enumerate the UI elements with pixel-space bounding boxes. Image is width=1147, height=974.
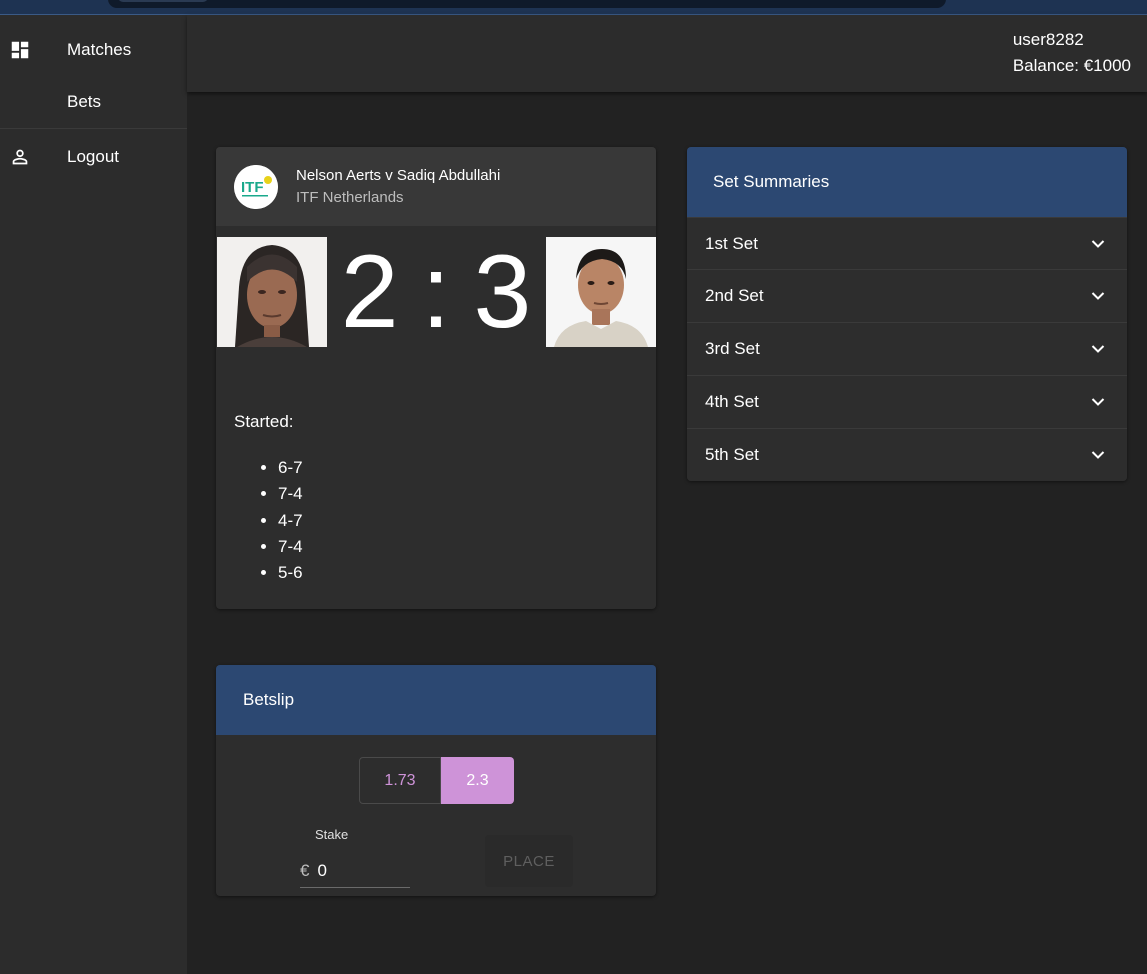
accordion-label: 1st Set xyxy=(705,234,758,253)
accordion-label: 5th Set xyxy=(705,445,759,464)
set-score-item: 6-7 xyxy=(278,455,303,481)
betslip-card: Betslip 1.73 2.3 Stake € PLACE xyxy=(216,665,656,896)
username: user8282 xyxy=(1012,30,1084,49)
sidebar-item-logout[interactable]: Logout xyxy=(0,131,187,183)
sidebar: Matches Bets Logout xyxy=(0,15,187,974)
person-icon xyxy=(12,149,28,165)
sidebar-item-matches[interactable]: Matches xyxy=(0,24,187,76)
currency-symbol: € xyxy=(300,861,310,880)
accordion-label: 4th Set xyxy=(705,392,759,411)
balance: Balance: €1000 xyxy=(1012,56,1131,75)
set-summaries-card: Set Summaries 1st Set 2nd Set 3rd Set 4t… xyxy=(687,147,1127,481)
sidebar-item-label: Bets xyxy=(67,92,102,111)
match-score: 2 : 3 xyxy=(327,237,546,347)
set-summaries-title: Set Summaries xyxy=(713,172,830,191)
chevron-down-icon xyxy=(1091,451,1105,459)
chevron-down-icon xyxy=(1091,345,1105,353)
match-header: ITF Nelson Aerts v Sadiq Abdullahi ITF N… xyxy=(216,147,656,226)
address-bar xyxy=(108,0,946,8)
stake-field: € xyxy=(300,855,410,888)
dashboard-icon xyxy=(11,41,29,59)
score-separator: : xyxy=(421,234,452,350)
chevron-down-icon xyxy=(1091,292,1105,300)
browser-tab-strip xyxy=(0,0,1147,15)
accordion-label: 3rd Set xyxy=(705,339,760,358)
chevron-down-icon xyxy=(1091,398,1105,406)
match-card: ITF Nelson Aerts v Sadiq Abdullahi ITF N… xyxy=(216,147,656,609)
odd-button-home[interactable]: 1.73 xyxy=(359,757,441,804)
accordion-set-2[interactable]: 2nd Set xyxy=(687,269,1127,322)
sidebar-divider xyxy=(0,128,187,129)
sidebar-item-label: Logout xyxy=(67,147,119,166)
betslip-header: Betslip xyxy=(216,665,656,735)
set-score-item: 4-7 xyxy=(278,508,303,534)
away-player-photo xyxy=(546,237,656,347)
chevron-down-icon xyxy=(1091,240,1105,248)
place-bet-button[interactable]: PLACE xyxy=(485,835,573,887)
active-tab xyxy=(118,0,208,2)
svg-text:ITF: ITF xyxy=(241,179,264,196)
sidebar-item-label: Matches xyxy=(67,40,132,59)
set-summaries-header: Set Summaries xyxy=(687,147,1127,217)
set-score-item: 7-4 xyxy=(278,534,303,560)
stake-input[interactable] xyxy=(317,861,398,881)
set-score-item: 5-6 xyxy=(278,560,303,586)
odds-toggle-group: 1.73 2.3 xyxy=(359,757,514,804)
accordion-label: 2nd Set xyxy=(705,286,764,305)
accordion-set-4[interactable]: 4th Set xyxy=(687,375,1127,428)
set-score-item: 7-4 xyxy=(278,481,303,507)
accordion-set-1[interactable]: 1st Set xyxy=(687,217,1127,270)
away-score: 3 xyxy=(473,234,533,350)
accordion-set-3[interactable]: 3rd Set xyxy=(687,322,1127,375)
sidebar-item-bets[interactable]: Bets xyxy=(0,76,187,128)
user-info: user8282 Balance: €1000 xyxy=(1013,27,1131,79)
set-scores-list: 6-7 7-4 4-7 7-4 5-6 xyxy=(278,455,303,586)
home-score: 2 xyxy=(340,234,400,350)
stake-label: Stake xyxy=(315,827,349,842)
match-title: Nelson Aerts v Sadiq Abdullahi xyxy=(296,167,501,184)
tournament-name: ITF Netherlands xyxy=(296,189,404,206)
odd-button-away[interactable]: 2.3 xyxy=(441,757,514,804)
app-header: user8282 Balance: €1000 xyxy=(187,15,1147,92)
home-player-photo xyxy=(217,237,327,347)
betslip-title: Betslip xyxy=(243,690,295,709)
tournament-logo: ITF xyxy=(234,165,278,209)
match-status: Started: xyxy=(234,412,294,431)
accordion-set-5[interactable]: 5th Set xyxy=(687,428,1127,481)
